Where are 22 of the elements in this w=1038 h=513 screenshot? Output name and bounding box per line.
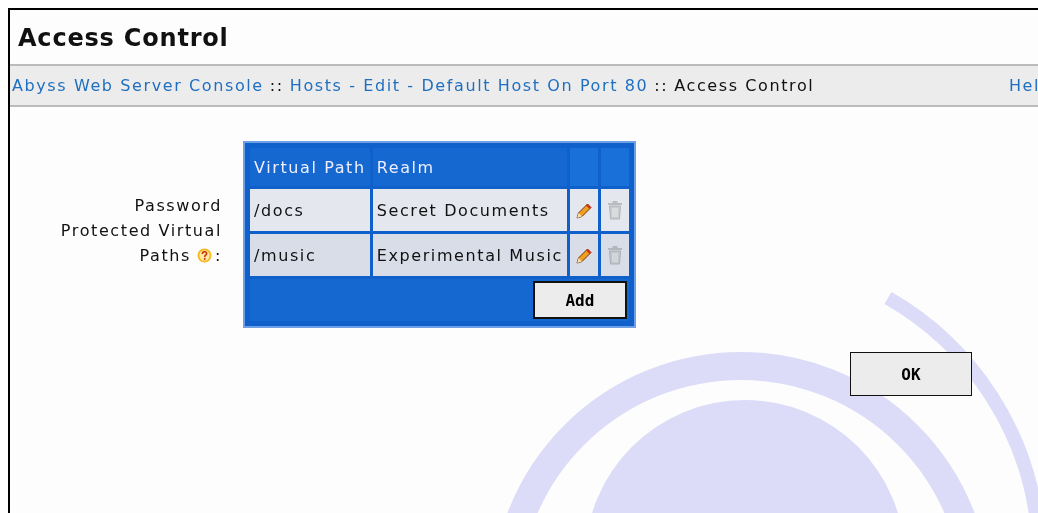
column-header: Realm <box>372 148 567 186</box>
breadcrumb-link[interactable]: Hosts - Edit - Default Host On Port 80 <box>289 76 649 95</box>
breadcrumb-link[interactable]: Abyss Web Server Console <box>12 76 264 95</box>
field-label: Paths <box>139 245 191 267</box>
table-cell: Secret Documents <box>372 189 567 231</box>
pencil-icon[interactable] <box>574 246 593 265</box>
column-header: Virtual Path <box>250 148 370 186</box>
add-button[interactable]: Add <box>532 281 627 319</box>
breadcrumb-separator: :: <box>269 76 284 95</box>
breadcrumb-separator: :: <box>654 76 669 95</box>
field-label-colon: : <box>215 245 222 267</box>
table-cell: /music <box>250 234 370 276</box>
table-cell: /docs <box>250 189 370 231</box>
breadcrumb-current: Access Control <box>674 76 815 95</box>
help-link[interactable]: Hel <box>1008 76 1038 95</box>
page-title: Access Control <box>17 23 230 54</box>
table-cell: Experimental Music <box>372 234 567 276</box>
field-label: Password <box>134 195 222 217</box>
pencil-icon[interactable] <box>574 201 593 220</box>
ok-button[interactable]: OK <box>850 352 972 396</box>
field-label: Protected Virtual <box>60 220 222 242</box>
help-icon[interactable] <box>197 248 212 263</box>
